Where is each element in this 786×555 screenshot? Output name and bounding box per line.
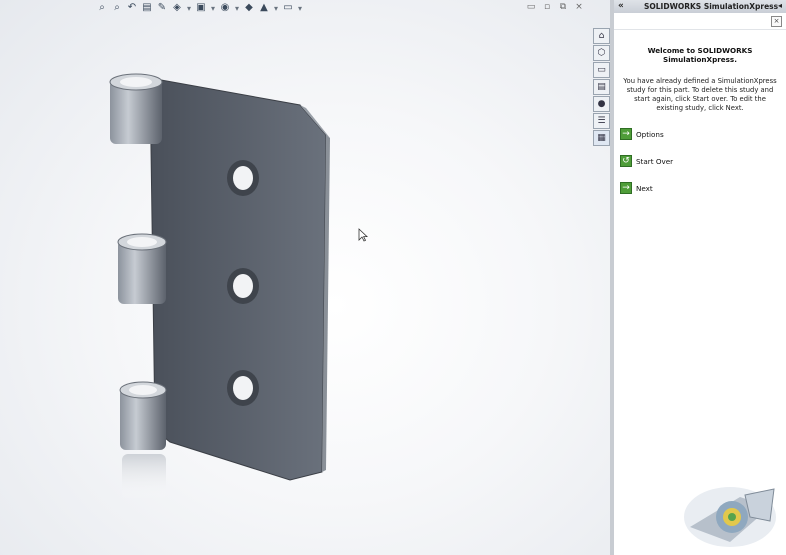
mouse-cursor-icon — [358, 228, 368, 242]
panel-toolbar: × — [614, 13, 786, 30]
tab-resources[interactable]: ⌂ — [593, 28, 610, 44]
display-style-icon[interactable]: ▣ — [195, 2, 207, 14]
task-pane-tabs: ⌂ ⬡ ▭ ▤ ● ☰ ▦ — [592, 28, 610, 146]
start-over-label: Start Over — [636, 156, 674, 166]
tab-file-explorer[interactable]: ▭ — [593, 62, 610, 78]
next-label: Next — [636, 183, 653, 193]
next-button[interactable]: → Next — [620, 182, 786, 194]
collapse-icon[interactable]: « — [618, 1, 624, 11]
chevron-down-icon[interactable]: ▾ — [234, 4, 240, 13]
start-over-button[interactable]: ↺ Start Over — [620, 155, 786, 167]
previous-view-icon[interactable]: ↶ — [126, 2, 138, 14]
chevron-down-icon[interactable]: ▾ — [186, 4, 192, 13]
zoom-to-area-icon[interactable]: ⌕ — [111, 2, 123, 14]
close-icon[interactable]: × — [574, 2, 584, 12]
zoom-to-fit-icon[interactable]: ⌕ — [96, 2, 108, 14]
options-button[interactable]: → Options — [620, 128, 786, 140]
pin-icon[interactable]: ◂ — [778, 1, 782, 10]
dynamic-annotation-icon[interactable]: ✎ — [156, 2, 168, 14]
section-view-icon[interactable]: ▤ — [141, 2, 153, 14]
options-label: Options — [636, 129, 664, 139]
study-message: You have already defined a SimulationXpr… — [623, 77, 777, 112]
panel-header: « SOLIDWORKS SimulationXpress ◂ — [614, 0, 786, 13]
maximize-icon[interactable]: ⧉ — [558, 2, 568, 12]
heads-up-view-toolbar: ⌕ ⌕ ↶ ▤ ✎ ◈ ▾ ▣ ▾ ◉ ▾ ◆ ▲ ▾ ▭ ▾ — [96, 0, 303, 16]
edit-appearance-icon[interactable]: ◆ — [243, 2, 255, 14]
tab-custom-properties[interactable]: ☰ — [593, 113, 610, 129]
restore-icon[interactable]: ▫ — [542, 2, 552, 12]
hinge-part-model[interactable] — [100, 70, 340, 510]
chevron-down-icon[interactable]: ▾ — [297, 4, 303, 13]
viewport-window-controls: ▭ ▫ ⧉ × — [526, 2, 584, 12]
welcome-heading: Welcome to SOLIDWORKS SimulationXpress. — [647, 46, 753, 64]
next-icon: → — [620, 182, 632, 194]
chevron-down-icon[interactable]: ▾ — [273, 4, 279, 13]
simulationxpress-logo-icon — [684, 487, 776, 547]
minimize-icon[interactable]: ▭ — [526, 2, 536, 12]
tab-view-palette[interactable]: ▤ — [593, 79, 610, 95]
chevron-down-icon[interactable]: ▾ — [210, 4, 216, 13]
panel-title: SOLIDWORKS SimulationXpress — [644, 2, 779, 11]
view-settings-icon[interactable]: ▭ — [282, 2, 294, 14]
graphics-area[interactable]: ⌕ ⌕ ↶ ▤ ✎ ◈ ▾ ▣ ▾ ◉ ▾ ◆ ▲ ▾ ▭ ▾ ▭ ▫ ⧉ × — [0, 0, 610, 555]
tab-appearances[interactable]: ● — [593, 96, 610, 112]
tab-design-library[interactable]: ⬡ — [593, 45, 610, 61]
hide-show-items-icon[interactable]: ◉ — [219, 2, 231, 14]
start-over-icon: ↺ — [620, 155, 632, 167]
tab-simulationxpress[interactable]: ▦ — [593, 130, 610, 146]
view-orientation-icon[interactable]: ◈ — [171, 2, 183, 14]
simulationxpress-panel: « SOLIDWORKS SimulationXpress ◂ × Welcom… — [610, 0, 786, 555]
apply-scene-icon[interactable]: ▲ — [258, 2, 270, 14]
options-icon: → — [620, 128, 632, 140]
close-icon[interactable]: × — [771, 16, 782, 27]
